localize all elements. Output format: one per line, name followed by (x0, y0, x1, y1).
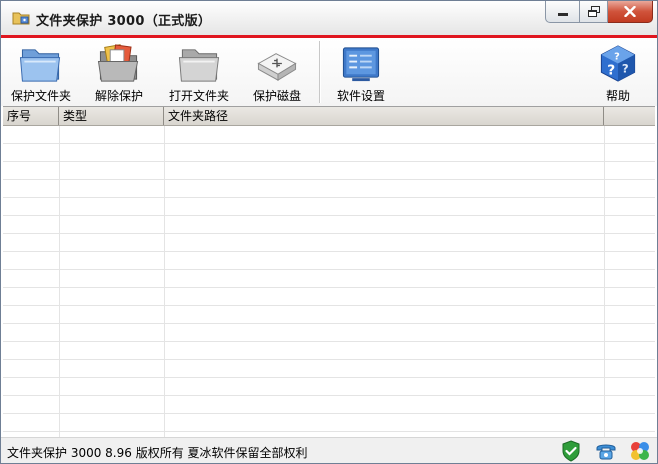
table-row[interactable] (3, 180, 655, 198)
restore-icon (587, 6, 600, 17)
column-divider (164, 126, 165, 437)
table-row[interactable] (3, 360, 655, 378)
column-header-path[interactable]: 文件夹路径 (164, 107, 604, 125)
column-header-type[interactable]: 类型 (59, 107, 164, 125)
blue-folder-icon (19, 49, 61, 82)
svg-text:?: ? (607, 62, 615, 78)
status-text: 文件夹保护 3000 8.96 版权所有 夏冰软件保留全部权利 (7, 446, 308, 460)
minimize-icon (557, 12, 568, 16)
list-body (3, 126, 655, 437)
table-row[interactable] (3, 378, 655, 396)
list-header: 序号 类型 文件夹路径 (3, 107, 655, 126)
column-divider (604, 126, 605, 437)
table-row[interactable] (3, 414, 655, 432)
window-controls (545, 1, 653, 23)
settings-panel-icon (342, 47, 380, 82)
help-label: 帮助 (605, 89, 630, 103)
svg-text:?: ? (622, 61, 629, 75)
minimize-button[interactable] (545, 1, 580, 23)
settings-button[interactable]: 软件设置 (326, 42, 396, 104)
column-divider (59, 126, 60, 437)
table-row[interactable] (3, 126, 655, 144)
window-title: 文件夹保护 3000（正式版） (36, 14, 212, 29)
phone-icon[interactable] (595, 440, 617, 462)
folder-list[interactable]: 序号 类型 文件夹路径 (3, 106, 655, 437)
protect-disk-label: 保护磁盘 (252, 89, 301, 103)
close-button[interactable] (608, 1, 653, 23)
table-row[interactable] (3, 216, 655, 234)
status-bar: 文件夹保护 3000 8.96 版权所有 夏冰软件保留全部权利 (1, 437, 657, 463)
table-row[interactable] (3, 324, 655, 342)
table-row[interactable] (3, 234, 655, 252)
usb-disk-icon (257, 53, 297, 81)
column-header-index[interactable]: 序号 (3, 107, 59, 125)
protect-folder-label: 保护文件夹 (10, 89, 71, 103)
help-cube-icon: ? ? ? (600, 45, 636, 82)
toolbar-separator (319, 41, 321, 103)
table-row[interactable] (3, 306, 655, 324)
toolbar: 保护文件夹 解除保护 打开文件夹 保护磁盘 软件设置 ? ? ? 帮助 (1, 38, 657, 106)
table-row[interactable] (3, 162, 655, 180)
table-row[interactable] (3, 144, 655, 162)
open-folder-label: 打开文件夹 (168, 89, 229, 103)
unprotect-label: 解除保护 (94, 89, 143, 103)
protect-disk-button[interactable]: 保护磁盘 (242, 42, 312, 104)
folder-lock-icon (12, 12, 30, 25)
restore-button[interactable] (580, 1, 608, 23)
shield-check-icon[interactable] (560, 440, 582, 462)
table-row[interactable] (3, 396, 655, 414)
pinwheel-icon[interactable] (629, 440, 651, 462)
svg-text:?: ? (614, 52, 620, 63)
table-row[interactable] (3, 252, 655, 270)
table-row[interactable] (3, 270, 655, 288)
unprotect-button[interactable]: 解除保护 (84, 42, 154, 104)
column-header-extra[interactable] (604, 107, 655, 125)
open-folder-button[interactable]: 打开文件夹 (164, 42, 234, 104)
table-row[interactable] (3, 288, 655, 306)
settings-label: 软件设置 (336, 89, 385, 103)
close-icon (624, 6, 636, 17)
help-button[interactable]: ? ? ? 帮助 (583, 42, 653, 104)
app-window: 文件夹保护 3000（正式版） 保护文件夹 解除保护 打开文件夹 保护磁盘 软件… (0, 0, 658, 464)
protect-folder-button[interactable]: 保护文件夹 (6, 42, 76, 104)
table-row[interactable] (3, 342, 655, 360)
gray-folder-icon (178, 49, 220, 82)
title-bar[interactable]: 文件夹保护 3000（正式版） (1, 1, 657, 35)
open-folder-documents-icon (97, 44, 139, 82)
table-row[interactable] (3, 198, 655, 216)
